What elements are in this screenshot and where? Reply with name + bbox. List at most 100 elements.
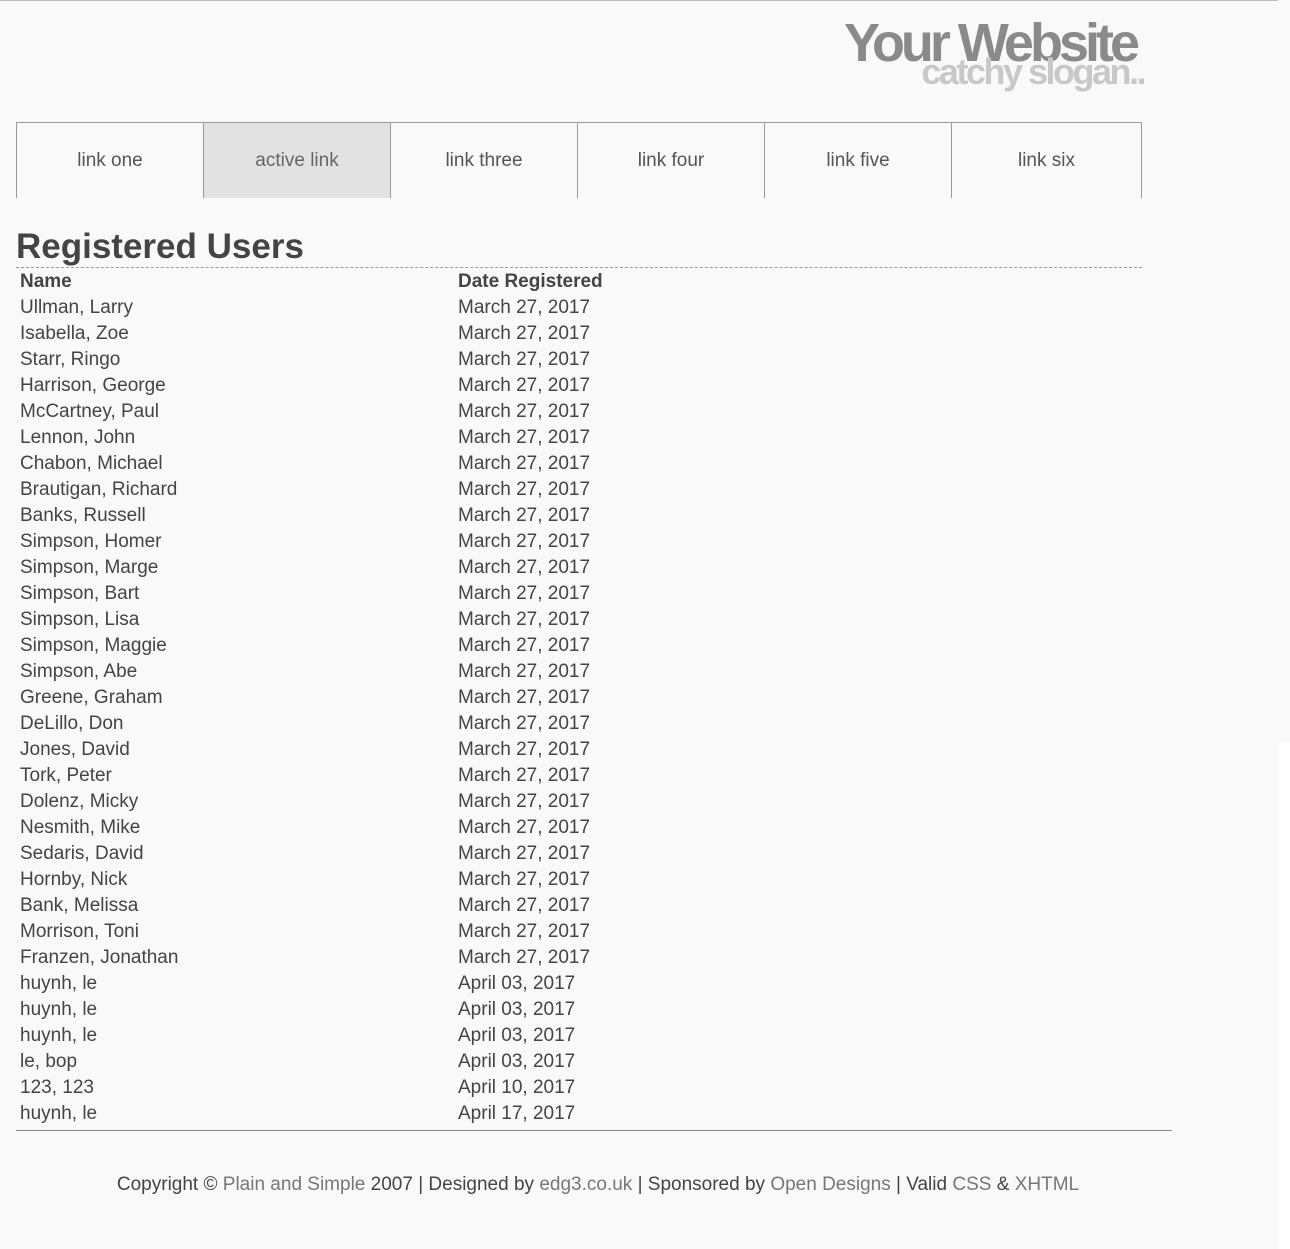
date-registered-cell: March 27, 2017: [458, 609, 591, 630]
nav-link-active-link[interactable]: active link: [203, 123, 390, 198]
nav-link-link-four[interactable]: link four: [577, 123, 764, 198]
designer-link[interactable]: edg3.co.uk: [539, 1174, 632, 1195]
date-registered-cell: April 03, 2017: [458, 1025, 576, 1046]
nav-link-link-five[interactable]: link five: [764, 123, 951, 198]
table-row: Morrison, Toni March 27, 2017: [16, 919, 603, 945]
user-name-cell: Starr, Ringo: [20, 349, 121, 370]
date-registered-cell: March 27, 2017: [458, 921, 591, 942]
date-registered-cell: March 27, 2017: [458, 349, 591, 370]
table-row: 123, 123 April 10, 2017: [16, 1075, 603, 1101]
user-name-cell: Sedaris, David: [20, 843, 144, 864]
table-row: Isabella, Zoe March 27, 2017: [16, 321, 603, 347]
table-row: Lennon, John March 27, 2017: [16, 425, 603, 451]
site-logo[interactable]: Your Website catchy slogan..: [844, 13, 1147, 90]
nav-link-link-six[interactable]: link six: [951, 123, 1142, 198]
nav-link-link-one[interactable]: link one: [16, 123, 203, 198]
date-registered-cell: April 03, 2017: [458, 1051, 576, 1072]
user-name-cell: DeLillo, Don: [20, 713, 124, 734]
table-header-row: Name Date Registered: [16, 269, 603, 295]
table-row: huynh, le April 03, 2017: [16, 997, 603, 1023]
table-row: Greene, Graham March 27, 2017: [16, 685, 603, 711]
footer-sponsored-text: | Sponsored by: [637, 1174, 766, 1195]
user-name-cell: Simpson, Abe: [20, 661, 138, 682]
date-registered-cell: March 27, 2017: [458, 817, 591, 838]
table-row: McCartney, Paul March 27, 2017: [16, 399, 603, 425]
column-header-date: Date Registered: [458, 271, 603, 292]
date-registered-cell: March 27, 2017: [458, 765, 591, 786]
table-row: Simpson, Maggie March 27, 2017: [16, 633, 603, 659]
user-name-cell: Lennon, John: [20, 427, 136, 448]
date-registered-cell: March 27, 2017: [458, 297, 591, 318]
user-name-cell: huynh, le: [20, 1025, 98, 1046]
table-row: Bank, Melissa March 27, 2017: [16, 893, 603, 919]
users-table-body: Ullman, Larry March 27, 2017 Isabella, Zoe…: [16, 295, 603, 1127]
footer-designed-text: 2007 | Designed by: [370, 1174, 535, 1195]
table-row: Tork, Peter March 27, 2017: [16, 763, 603, 789]
date-registered-cell: March 27, 2017: [458, 323, 591, 344]
valid-css-link[interactable]: CSS: [952, 1174, 991, 1195]
date-registered-cell: March 27, 2017: [458, 401, 591, 422]
table-row: Simpson, Marge March 27, 2017: [16, 555, 603, 581]
page: Your Website catchy slogan.. link one act…: [0, 0, 1278, 1249]
date-registered-cell: March 27, 2017: [458, 895, 591, 916]
date-registered-cell: March 27, 2017: [458, 531, 591, 552]
footer-copyright-text: Copyright ©: [116, 1174, 218, 1195]
column-header-name: Name: [20, 271, 72, 292]
user-name-cell: Greene, Graham: [20, 687, 163, 708]
date-registered-cell: March 27, 2017: [458, 557, 591, 578]
table-row: Brautigan, Richard March 27, 2017: [16, 477, 603, 503]
date-registered-cell: March 27, 2017: [458, 843, 591, 864]
footer-valid-text: | Valid: [896, 1174, 948, 1195]
table-row: Ullman, Larry March 27, 2017: [16, 295, 603, 321]
page-title: Registered Users: [16, 227, 304, 266]
footer-divider: [16, 1130, 1172, 1131]
table-row: huynh, le April 17, 2017: [16, 1101, 603, 1127]
date-registered-cell: March 27, 2017: [458, 505, 591, 526]
date-registered-cell: March 27, 2017: [458, 375, 591, 396]
table-row: Harrison, George March 27, 2017: [16, 373, 603, 399]
date-registered-cell: March 27, 2017: [458, 453, 591, 474]
table-row: Jones, David March 27, 2017: [16, 737, 603, 763]
date-registered-cell: March 27, 2017: [458, 479, 591, 500]
date-registered-cell: April 10, 2017: [458, 1077, 576, 1098]
table-row: Simpson, Bart March 27, 2017: [16, 581, 603, 607]
date-registered-cell: March 27, 2017: [458, 661, 591, 682]
date-registered-cell: March 27, 2017: [458, 947, 591, 968]
table-row: Banks, Russell March 27, 2017: [16, 503, 603, 529]
sponsor-link[interactable]: Open Designs: [770, 1174, 890, 1195]
user-name-cell: Jones, David: [20, 739, 130, 760]
user-name-cell: Nesmith, Mike: [20, 817, 141, 838]
date-registered-cell: March 27, 2017: [458, 427, 591, 448]
date-registered-cell: April 03, 2017: [458, 999, 576, 1020]
user-name-cell: Dolenz, Micky: [20, 791, 139, 812]
user-name-cell: Morrison, Toni: [20, 921, 139, 942]
user-name-cell: huynh, le: [20, 1103, 98, 1124]
user-name-cell: McCartney, Paul: [20, 401, 160, 422]
table-row: Simpson, Abe March 27, 2017: [16, 659, 603, 685]
user-name-cell: Simpson, Lisa: [20, 609, 140, 630]
date-registered-cell: April 03, 2017: [458, 973, 576, 994]
table-row: Nesmith, Mike March 27, 2017: [16, 815, 603, 841]
table-row: Sedaris, David March 27, 2017: [16, 841, 603, 867]
date-registered-cell: March 27, 2017: [458, 687, 591, 708]
user-name-cell: Bank, Melissa: [20, 895, 139, 916]
date-registered-cell: March 27, 2017: [458, 791, 591, 812]
date-registered-cell: March 27, 2017: [458, 739, 591, 760]
date-registered-cell: March 27, 2017: [458, 869, 591, 890]
date-registered-cell: March 27, 2017: [458, 713, 591, 734]
user-name-cell: Ullman, Larry: [20, 297, 133, 318]
user-name-cell: Simpson, Maggie: [20, 635, 167, 656]
nav-link-link-three[interactable]: link three: [390, 123, 577, 198]
heading-divider: [16, 267, 1142, 268]
main-nav: link one active link link three link four li…: [16, 122, 1142, 198]
date-registered-cell: April 17, 2017: [458, 1103, 576, 1124]
user-name-cell: huynh, le: [20, 973, 98, 994]
user-name-cell: Simpson, Marge: [20, 557, 159, 578]
user-name-cell: Banks, Russell: [20, 505, 146, 526]
user-name-cell: 123, 123: [20, 1077, 94, 1098]
table-row: Franzen, Jonathan March 27, 2017: [16, 945, 603, 971]
valid-xhtml-link[interactable]: XHTML: [1015, 1174, 1079, 1195]
plain-and-simple-link[interactable]: Plain and Simple: [223, 1174, 366, 1195]
table-row: huynh, le April 03, 2017: [16, 971, 603, 997]
page-gutter: [1278, 0, 1290, 742]
